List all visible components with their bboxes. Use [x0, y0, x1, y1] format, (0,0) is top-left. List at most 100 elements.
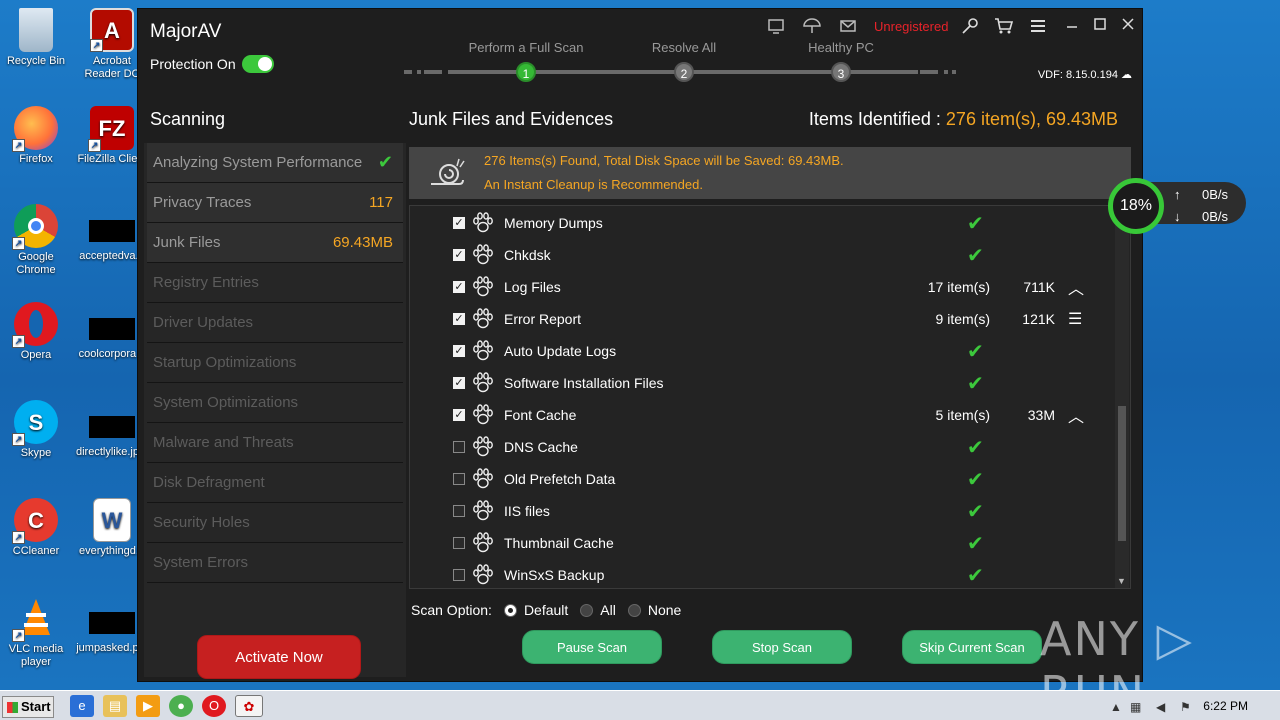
desktop-icon-vlc[interactable]: ↗ VLC media player	[0, 596, 72, 669]
flag-tray-icon[interactable]: ⚑	[1180, 700, 1191, 714]
network-speed-widget[interactable]: 18% ↑ 0B/s ↓ 0B/s	[1108, 178, 1246, 234]
list-scrollbar[interactable]: ▼	[1115, 206, 1129, 588]
explorer-taskbar-icon[interactable]: ▤	[103, 695, 127, 717]
scan-option-none[interactable]: None	[627, 602, 681, 618]
item-name: Auto Update Logs	[504, 343, 617, 359]
items-identified-label: Items Identified :	[808, 109, 946, 129]
scan-option-default[interactable]: Default	[503, 602, 569, 618]
sidebar-item[interactable]: Privacy Traces 117	[147, 183, 403, 223]
desktop-icon-label: coolcorpora...	[78, 348, 146, 360]
item-checkbox[interactable]: ✓	[453, 217, 465, 229]
item-checkbox[interactable]	[453, 473, 465, 485]
acrobat-icon: A ↗	[90, 8, 134, 52]
opera-taskbar-icon[interactable]: O	[202, 695, 226, 717]
junk-list-item[interactable]: ✓ Auto Update Logs ✔	[410, 335, 1115, 367]
chrome-taskbar-icon[interactable]: ●	[169, 695, 193, 717]
majorav-window: MajorAV Protection On Perform a Full Sca…	[137, 8, 1143, 682]
junk-list-item[interactable]: Thumbnail Cache ✔	[410, 527, 1115, 559]
desktop-icon-opera[interactable]: ↗ Opera	[0, 302, 72, 362]
item-checkbox[interactable]	[453, 441, 465, 453]
tray-expand-icon[interactable]: ▲	[1110, 700, 1122, 714]
sidebar-item[interactable]: Security Holes	[147, 503, 403, 543]
item-checkbox[interactable]: ✓	[453, 313, 465, 325]
scrollbar-thumb[interactable]	[1118, 406, 1126, 541]
item-checkbox[interactable]	[453, 505, 465, 517]
minimize-icon[interactable]	[1062, 17, 1082, 37]
item-checkbox[interactable]	[453, 569, 465, 581]
item-checkbox[interactable]: ✓	[453, 345, 465, 357]
majorav-taskbar-icon[interactable]: ✿	[235, 695, 263, 717]
media-player-taskbar-icon[interactable]: ▶	[136, 695, 160, 717]
network-tray-icon[interactable]: ▦	[1130, 700, 1141, 714]
item-checkbox[interactable]: ✓	[453, 377, 465, 389]
unregistered-label[interactable]: Unregistered	[874, 19, 948, 34]
monitor-icon[interactable]	[766, 17, 786, 37]
desktop-icon-recycle-bin[interactable]: Recycle Bin	[0, 8, 72, 68]
junk-list-item[interactable]: DNS Cache ✔	[410, 431, 1115, 463]
ie-taskbar-icon[interactable]: e	[70, 695, 94, 717]
sidebar-item[interactable]: Analyzing System Performance ✔	[147, 143, 403, 183]
sidebar-item-label: Driver Updates	[153, 314, 254, 331]
junk-list-item[interactable]: ✓ Font Cache 5 item(s) 33M ︿	[410, 399, 1115, 431]
item-checkbox[interactable]: ✓	[453, 409, 465, 421]
item-checkbox[interactable]: ✓	[453, 249, 465, 261]
junk-list-item[interactable]: IIS files ✔	[410, 495, 1115, 527]
app-title: MajorAV	[150, 21, 222, 42]
desktop-icon-firefox[interactable]: ↗ Firefox	[0, 106, 72, 166]
cart-icon[interactable]	[994, 17, 1014, 37]
close-icon[interactable]	[1118, 17, 1138, 37]
opera-icon: ↗	[12, 302, 58, 348]
radio-label: Default	[523, 602, 569, 618]
junk-list-item[interactable]: WinSxS Backup ✔	[410, 559, 1115, 588]
start-button[interactable]: Start	[2, 696, 54, 718]
list-icon[interactable]: ☰	[1068, 309, 1082, 329]
scan-option-all[interactable]: All	[580, 602, 616, 618]
item-checkbox[interactable]: ✓	[453, 281, 465, 293]
desktop-icon-chrome[interactable]: ↗ Google Chrome	[0, 204, 72, 277]
item-name: Memory Dumps	[504, 215, 603, 231]
sidebar-item-label: System Errors	[153, 554, 249, 571]
item-name: IIS files	[504, 503, 550, 519]
chevron-up-icon[interactable]: ︿	[1068, 403, 1084, 427]
volume-tray-icon[interactable]: ◀	[1156, 700, 1165, 714]
mail-icon[interactable]	[838, 17, 858, 37]
stop-scan-button[interactable]: Stop Scan	[712, 630, 852, 664]
item-checkbox[interactable]	[453, 537, 465, 549]
sidebar-item[interactable]: Registry Entries	[147, 263, 403, 303]
junk-list-item[interactable]: ✓ Software Installation Files ✔	[410, 367, 1115, 399]
activate-now-button[interactable]: Activate Now	[197, 635, 361, 679]
items-identified: Items Identified : 276 item(s), 69.43MB	[809, 109, 1118, 130]
junk-list-item[interactable]: ✓ Chkdsk ✔	[410, 239, 1115, 271]
maximize-icon[interactable]	[1090, 17, 1110, 37]
desktop-icon-ccleaner[interactable]: C ↗ CCleaner	[0, 498, 72, 558]
sidebar-item-label: Security Holes	[153, 514, 250, 531]
key-icon[interactable]	[960, 17, 980, 37]
sidebar-item[interactable]: Malware and Threats	[147, 423, 403, 463]
skip-current-scan-button[interactable]: Skip Current Scan	[902, 630, 1042, 664]
taskbar-clock[interactable]: 6:22 PM	[1203, 699, 1248, 713]
pause-scan-button[interactable]: Pause Scan	[522, 630, 662, 664]
sidebar-item[interactable]: System Optimizations	[147, 383, 403, 423]
cloud-download-icon[interactable]: ☁	[1121, 69, 1132, 81]
sidebar-item[interactable]: Driver Updates	[147, 303, 403, 343]
chevron-up-icon[interactable]: ︿	[1068, 275, 1084, 299]
sidebar-item[interactable]: System Errors	[147, 543, 403, 583]
desktop-icon-label: Acrobat Reader DC	[84, 55, 140, 80]
menu-icon[interactable]	[1028, 17, 1048, 37]
protection-toggle[interactable]	[242, 55, 274, 73]
scan-category-list: Analyzing System Performance ✔ Privacy Tra…	[144, 143, 406, 583]
junk-list-item[interactable]: Old Prefetch Data ✔	[410, 463, 1115, 495]
paw-icon	[471, 467, 495, 491]
chrome-icon: ↗	[12, 204, 58, 250]
scroll-down-icon[interactable]: ▼	[1117, 576, 1126, 586]
junk-list-item[interactable]: ✓ Error Report 9 item(s) 121K ☰	[410, 303, 1115, 335]
junk-list-item[interactable]: ✓ Log Files 17 item(s) 711K ︿	[410, 271, 1115, 303]
sidebar-item[interactable]: Disk Defragment	[147, 463, 403, 503]
umbrella-icon[interactable]	[802, 17, 822, 37]
sidebar-item-value: 69.43MB	[332, 234, 393, 251]
desktop-icon-skype[interactable]: S ↗ Skype	[0, 400, 72, 460]
checkmark-icon: ✔	[967, 244, 984, 267]
sidebar-item[interactable]: Junk Files 69.43MB	[147, 223, 403, 263]
junk-list-item[interactable]: ✓ Memory Dumps ✔	[410, 207, 1115, 239]
sidebar-item[interactable]: Startup Optimizations	[147, 343, 403, 383]
